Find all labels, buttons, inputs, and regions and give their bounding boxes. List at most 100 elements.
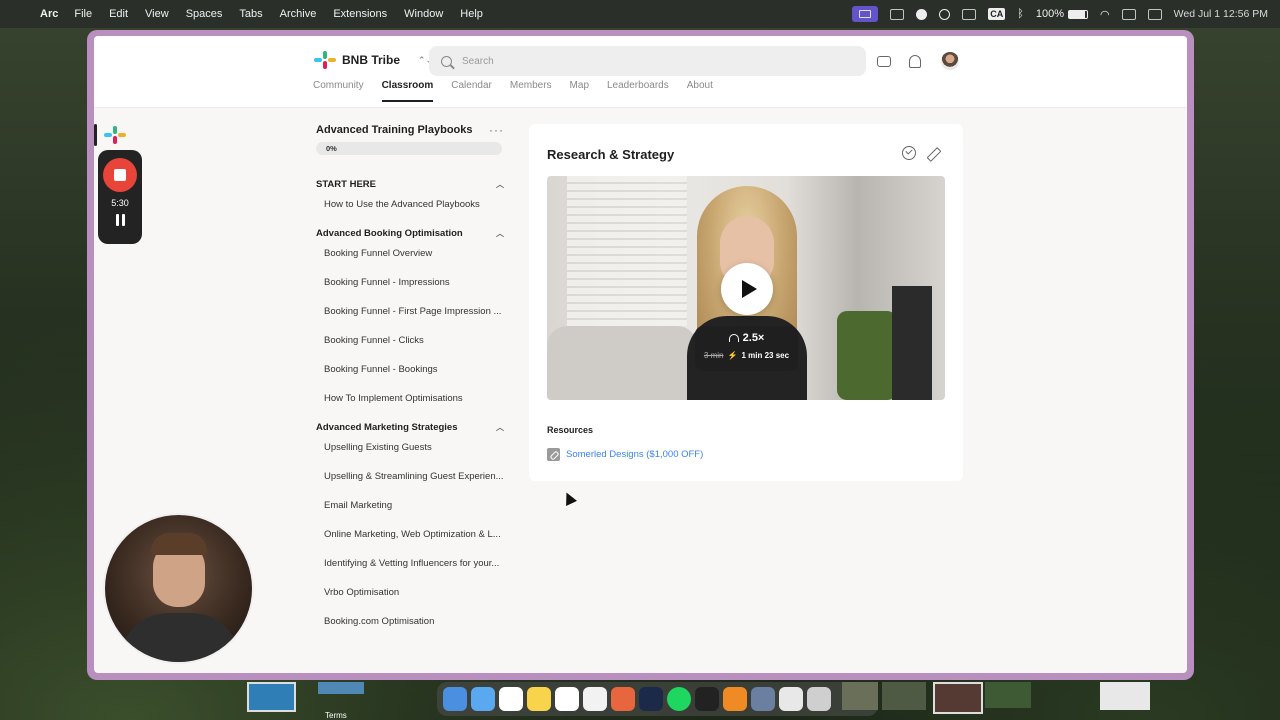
bluetooth-icon[interactable]: ᛒ <box>1017 8 1024 20</box>
lesson-item[interactable]: How to Use the Advanced Playbooks <box>316 190 504 219</box>
tab-members[interactable]: Members <box>510 80 552 102</box>
menu-archive[interactable]: Archive <box>280 8 317 20</box>
desktop-thumbnail[interactable] <box>318 682 364 694</box>
lesson-item[interactable]: Email Marketing <box>316 491 504 520</box>
finder-icon[interactable] <box>443 687 467 711</box>
stop-recording-button[interactable] <box>103 158 137 192</box>
lesson-item[interactable]: Booking Funnel - Bookings <box>316 355 504 384</box>
dock-window-thumbnail[interactable] <box>882 682 926 710</box>
desktop-thumbnail[interactable] <box>247 682 296 712</box>
lesson-item[interactable]: Booking Funnel - Impressions <box>316 268 504 297</box>
dock-window-thumbnail[interactable] <box>933 682 983 714</box>
chevron-up-icon[interactable]: ︿ <box>496 179 504 190</box>
community-switcher[interactable]: BNB Tribe ⌃⌄ <box>314 51 433 69</box>
tab-map[interactable]: Map <box>570 80 589 102</box>
document-icon[interactable] <box>779 687 803 711</box>
arc-icon[interactable] <box>639 687 663 711</box>
lesson-item[interactable]: Upselling & Streamlining Guest Experien.… <box>316 462 504 491</box>
menu-window[interactable]: Window <box>404 8 443 20</box>
web-page: BNB Tribe ⌃⌄ Community Classroom Calenda… <box>94 36 1187 673</box>
playback-speed-badge[interactable]: 2.5× 3 min ⚡ 1 min 23 sec <box>695 326 798 371</box>
edit-pencil-icon[interactable] <box>926 148 938 160</box>
display-icon[interactable] <box>890 8 905 20</box>
menu-help[interactable]: Help <box>460 8 483 20</box>
dock-window-thumbnail[interactable] <box>985 682 1031 708</box>
lesson-title: Research & Strategy <box>547 147 675 162</box>
pause-recording-button[interactable] <box>115 214 125 226</box>
user-switch-icon[interactable] <box>1147 8 1162 20</box>
trash-icon[interactable] <box>807 687 831 711</box>
tab-calendar[interactable]: Calendar <box>451 80 492 102</box>
vlc-icon[interactable] <box>723 687 747 711</box>
recorder-app-icon[interactable] <box>104 126 126 144</box>
resource-link-text[interactable]: Somerled Designs ($1,000 OFF) <box>566 449 703 460</box>
chevron-up-icon[interactable]: ︿ <box>496 422 504 433</box>
more-options-icon[interactable]: ··· <box>489 124 504 136</box>
apple-icon[interactable] <box>12 7 26 21</box>
mark-complete-icon[interactable] <box>902 146 916 160</box>
calendar-icon[interactable] <box>499 687 523 711</box>
preview-icon[interactable] <box>751 687 775 711</box>
lesson-item[interactable]: Booking Funnel - Clicks <box>316 326 504 355</box>
search-bar[interactable] <box>429 46 866 76</box>
course-header: Advanced Training Playbooks ··· <box>316 124 504 136</box>
input-source-indicator[interactable]: CA <box>988 8 1006 20</box>
spotify-icon[interactable] <box>667 687 691 711</box>
battery-indicator[interactable]: 100% <box>1036 8 1089 20</box>
lesson-item[interactable]: Upselling Existing Guests <box>316 433 504 462</box>
terminal-icon[interactable] <box>695 687 719 711</box>
lesson-item[interactable]: Booking Funnel Overview <box>316 239 504 268</box>
app-menu-arc[interactable]: Arc <box>40 8 58 20</box>
mail-icon[interactable] <box>471 687 495 711</box>
status-dot-icon[interactable] <box>916 8 928 20</box>
lesson-item[interactable]: Booking Funnel - First Page Impression .… <box>316 297 504 326</box>
recording-controls: 5:30 <box>98 150 142 244</box>
lesson-item[interactable]: Identifying & Vetting Influencers for yo… <box>316 549 504 578</box>
section-header-start-here[interactable]: START HERE ︿ <box>316 179 504 190</box>
chat-icon[interactable] <box>877 55 891 67</box>
lesson-item[interactable]: Online Marketing, Web Optimization & L..… <box>316 520 504 549</box>
play-button[interactable] <box>721 263 773 315</box>
chrome-icon[interactable] <box>583 687 607 711</box>
menu-edit[interactable]: Edit <box>109 8 128 20</box>
control-center-icon[interactable] <box>1121 8 1136 20</box>
tab-classroom[interactable]: Classroom <box>381 80 434 102</box>
resource-link[interactable]: Somerled Designs ($1,000 OFF) <box>547 448 703 461</box>
course-section: Advanced Booking Optimisation ︿ Booking … <box>316 228 504 413</box>
screen-record-icon[interactable] <box>852 6 879 22</box>
section-header-marketing-strategies[interactable]: Advanced Marketing Strategies ︿ <box>316 422 504 433</box>
dots-icon[interactable] <box>962 8 977 20</box>
lesson-item[interactable]: How To Implement Optimisations <box>316 384 504 413</box>
user-avatar[interactable] <box>941 52 959 70</box>
search-input[interactable] <box>462 55 842 67</box>
dock-window-thumbnail[interactable] <box>842 682 878 710</box>
menu-extensions[interactable]: Extensions <box>333 8 387 20</box>
course-section: START HERE ︿ How to Use the Advanced Pla… <box>316 179 504 219</box>
claude-icon[interactable] <box>611 687 635 711</box>
menu-clock[interactable]: Wed Jul 1 12:56 PM <box>1174 8 1268 20</box>
menu-tabs[interactable]: Tabs <box>239 8 262 20</box>
section-header-booking-optimisation[interactable]: Advanced Booking Optimisation ︿ <box>316 228 504 239</box>
notification-bell-icon[interactable] <box>909 54 921 68</box>
menu-view[interactable]: View <box>145 8 169 20</box>
desktop-file-label[interactable]: Terms <box>325 711 347 720</box>
menu-spaces[interactable]: Spaces <box>186 8 223 20</box>
webcam-bubble[interactable] <box>103 513 254 664</box>
notes-icon[interactable] <box>527 687 551 711</box>
lesson-video[interactable]: 2.5× 3 min ⚡ 1 min 23 sec <box>547 176 945 400</box>
focus-icon[interactable] <box>939 8 951 20</box>
tab-about[interactable]: About <box>687 80 713 102</box>
wifi-icon[interactable]: ◠ <box>1100 8 1110 21</box>
dock-window-thumbnail[interactable] <box>1100 682 1150 710</box>
speed-multiplier: 2.5× <box>742 332 765 344</box>
slack-icon[interactable] <box>555 687 579 711</box>
bnb-tribe-logo-icon <box>314 51 336 69</box>
lesson-item[interactable]: Booking.com Optimisation <box>316 607 504 636</box>
chevron-up-icon[interactable]: ︿ <box>496 228 504 239</box>
menu-file[interactable]: File <box>74 8 92 20</box>
tab-community[interactable]: Community <box>313 80 364 102</box>
tab-leaderboards[interactable]: Leaderboards <box>607 80 669 102</box>
video-background-sofa <box>547 326 697 400</box>
lesson-item[interactable]: Vrbo Optimisation <box>316 578 504 607</box>
course-sidebar: Advanced Training Playbooks ··· 0% START… <box>316 124 504 636</box>
